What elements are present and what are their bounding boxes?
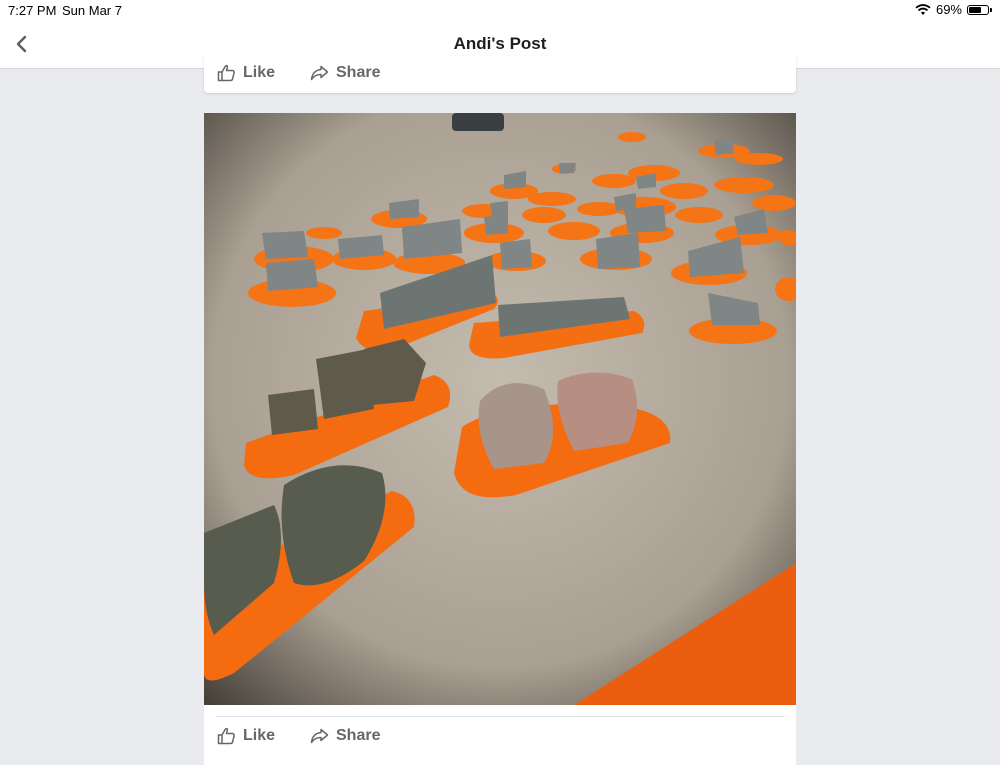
status-right: 69% [915, 2, 992, 17]
post-bottom-action-bar: Like Share [204, 705, 796, 765]
thumbs-up-icon [217, 64, 235, 82]
like-button[interactable]: Like [217, 64, 275, 82]
status-time: 7:27 PM [8, 3, 57, 18]
share-arrow-icon [310, 65, 329, 81]
status-date: Sun Mar 7 [62, 3, 122, 18]
share-button[interactable]: Share [310, 727, 380, 745]
thumbs-up-icon [217, 727, 235, 745]
share-label: Share [336, 727, 381, 744]
like-label: Like [243, 64, 276, 81]
share-arrow-icon [310, 728, 329, 744]
battery-fill [969, 6, 981, 13]
share-label: Share [336, 64, 381, 81]
status-bar: 7:27 PM Sun Mar 7 69% [0, 0, 1000, 20]
post-photo[interactable] [204, 113, 796, 705]
wifi-icon [915, 3, 931, 15]
post-top-action-bar: Like Share [204, 56, 796, 93]
like-button[interactable]: Like [217, 727, 275, 745]
battery-percent: 69% [935, 2, 962, 17]
share-button[interactable]: Share [310, 64, 380, 82]
climbing-holds-image [204, 113, 796, 705]
battery-icon [967, 4, 989, 15]
battery-nub [990, 7, 992, 12]
page-title: Andi's Post [453, 34, 547, 53]
divider [216, 716, 784, 717]
like-label: Like [243, 727, 276, 744]
